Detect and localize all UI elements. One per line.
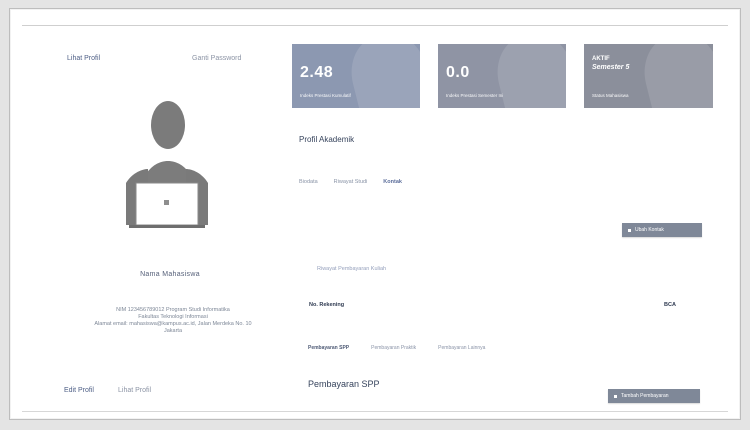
card-background-shape [489,44,566,108]
profile-line: Jakarta [163,328,183,334]
tab-other-payment[interactable]: Pembayaran Lainnya [438,345,485,351]
view-profile-link[interactable]: Lihat Profil [67,55,100,62]
bank-name-value: BCA [664,302,676,308]
semester-text: Semester 5 [592,64,630,71]
status-text: AKTIF [592,56,610,62]
semester-gpa-value: 0.0 [446,64,470,81]
person-laptop-icon [126,101,208,228]
tab-spp-payment[interactable]: Pembayaran SPP [308,345,349,351]
bottom-divider [22,411,728,412]
add-payment-button[interactable]: Tambah Pembayaran [608,389,700,403]
square-icon [628,228,631,232]
gpa-caption: Indeks Prestasi Kumulatif [300,93,351,98]
profile-summary: NIM 123456789012 Program Studi Informati… [88,307,258,335]
top-divider [22,25,728,26]
edit-contact-label: Ubah Kontak [635,227,664,233]
profile-tabs: Biodata Riwayat Studi Kontak [299,179,402,191]
tab-study-history[interactable]: Riwayat Studi [334,179,368,191]
payment-history-link[interactable]: Riwayat Pembayaran Kuliah [317,266,386,272]
change-password-link[interactable]: Ganti Password [192,55,241,62]
spp-payment-title: Pembayaran SPP [308,379,380,389]
semester-gpa-card: 0.0 Indeks Prestasi Semester Ini [438,44,566,108]
application-frame: Lihat Profil Ganti Password Nama Mahasis… [9,8,741,420]
profile-line: Fakultas Teknologi Informasi [138,314,208,320]
gpa-value: 2.48 [300,64,334,81]
view-profile-bottom-link[interactable]: Lihat Profil [118,387,151,394]
status-caption: Status Mahasiswa [592,93,629,98]
card-background-shape [636,44,713,108]
profile-line: Alamat email: mahasiswa@kampus.ac.id, Ja… [94,321,252,327]
profile-avatar [112,97,222,237]
edit-contact-button[interactable]: Ubah Kontak [622,223,702,237]
profile-sidebar: Lihat Profil Ganti Password Nama Mahasis… [30,49,270,409]
tab-practice-payment[interactable]: Pembayaran Praktik [371,345,416,351]
student-name: Nama Mahasiswa [140,271,200,278]
tab-contact[interactable]: Kontak [383,179,402,191]
account-number-label: No. Rekening [309,302,345,308]
edit-profile-link[interactable]: Edit Profil [64,387,94,394]
gpa-card: 2.48 Indeks Prestasi Kumulatif [292,44,420,108]
profile-line: NIM 123456789012 Program Studi Informati… [116,307,230,313]
tab-biodata[interactable]: Biodata [299,179,318,191]
academic-profile-title: Profil Akademik [299,135,355,144]
semester-gpa-caption: Indeks Prestasi Semester Ini [446,93,504,98]
card-background-shape [343,44,420,108]
student-status-card: AKTIF Semester 5 Status Mahasiswa [584,44,713,108]
payment-tabs: Pembayaran SPP Pembayaran Praktik Pembay… [308,345,485,351]
add-payment-label: Tambah Pembayaran [621,393,669,399]
square-icon [614,394,617,398]
